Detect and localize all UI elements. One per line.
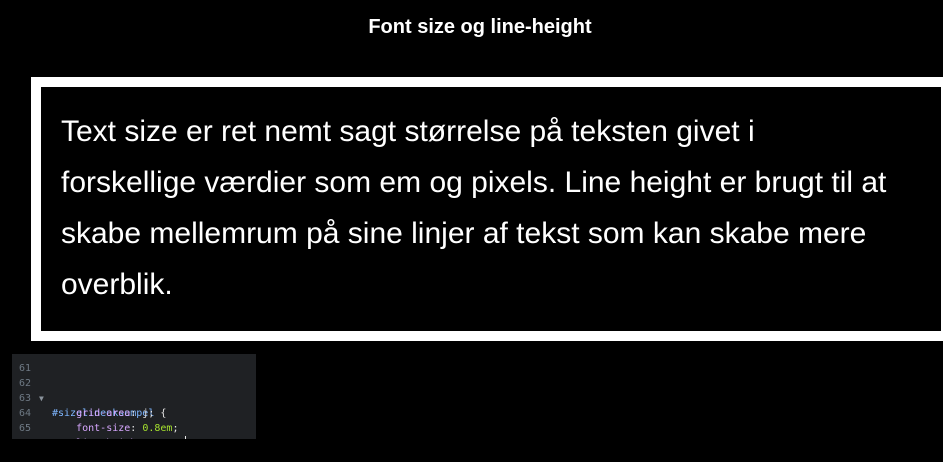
css-property: line-height	[76, 438, 142, 439]
code-line: 65 line-height: 35px;	[12, 406, 256, 439]
line-number: 66	[19, 436, 41, 439]
text-cursor	[184, 436, 186, 439]
code-line: 63 grid-area: j;	[19, 393, 155, 419]
page-title: Font size og line-height	[368, 16, 592, 38]
code-line: 66 }	[12, 421, 256, 439]
css-value: 35px	[154, 438, 178, 439]
code-line: 62 ▼ #sizelineeksempel {	[12, 361, 256, 419]
demo-paragraph: Text size er ret nemt sagt størrelse på …	[61, 115, 887, 301]
code-line: 64 font-size: 0.8em;	[19, 408, 179, 434]
code-editor-panel[interactable]: 61 62 ▼ #sizelineeksempel { 63 grid-area…	[12, 354, 256, 439]
code-line: 61	[12, 354, 256, 374]
